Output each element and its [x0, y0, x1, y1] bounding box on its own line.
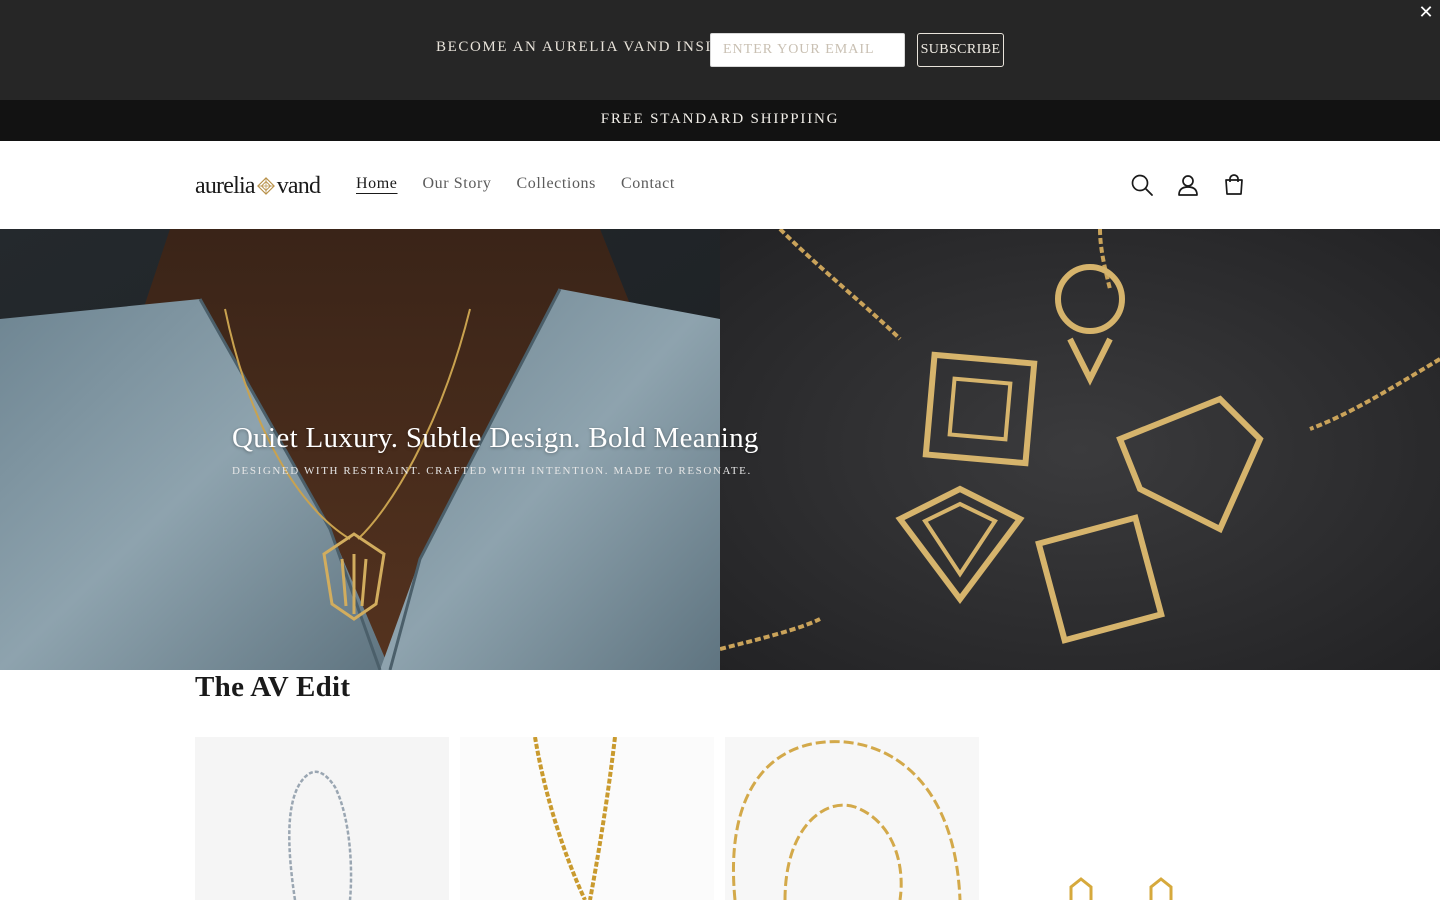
- announcement-bar: FREE STANDARD SHIPPIING: [0, 100, 1440, 141]
- subscribe-button[interactable]: SUBSCRIBE: [917, 33, 1004, 67]
- product-card-gold-link-chain[interactable]: [725, 737, 979, 900]
- email-input[interactable]: [710, 33, 905, 67]
- main-nav: Home Our Story Collections Contact: [356, 175, 700, 193]
- search-icon[interactable]: [1129, 172, 1155, 198]
- hero-banner: Quiet Luxury. Subtle Design. Bold Meanin…: [0, 229, 1440, 670]
- hero-image-pendants: [720, 229, 1440, 670]
- cart-icon[interactable]: [1221, 172, 1247, 198]
- brand-logo[interactable]: aurelia vand: [195, 172, 321, 200]
- newsletter-label: BECOME AN AURELIA VAND INSIDER: [436, 39, 747, 55]
- section-title: The AV Edit: [195, 671, 351, 703]
- nav-item-home[interactable]: Home: [356, 175, 398, 193]
- product-card-gold-box-chain[interactable]: [460, 737, 714, 900]
- hero-title: Quiet Luxury. Subtle Design. Bold Meanin…: [232, 422, 759, 454]
- nav-item-contact[interactable]: Contact: [621, 175, 675, 193]
- newsletter-bar: BECOME AN AURELIA VAND INSIDER SUBSCRIBE…: [0, 0, 1440, 100]
- nav-item-our-story[interactable]: Our Story: [423, 175, 492, 193]
- nav-item-collections[interactable]: Collections: [516, 175, 595, 193]
- product-grid: [195, 737, 1245, 900]
- logo-mark-icon: [256, 177, 275, 195]
- announcement-text: FREE STANDARD SHIPPIING: [600, 111, 840, 127]
- logo-text-right: vand: [276, 172, 321, 199]
- hero-subtitle: DESIGNED WITH RESTRAINT. CRAFTED WITH IN…: [232, 465, 752, 477]
- logo-text-left: aurelia: [195, 172, 255, 199]
- product-card-gold-earrings[interactable]: [991, 737, 1245, 900]
- site-header: aurelia vand Home Our Story Collections …: [0, 141, 1440, 229]
- close-icon[interactable]: ✕: [1416, 3, 1436, 23]
- product-card-silver-chain[interactable]: [195, 737, 449, 900]
- account-icon[interactable]: [1175, 172, 1201, 198]
